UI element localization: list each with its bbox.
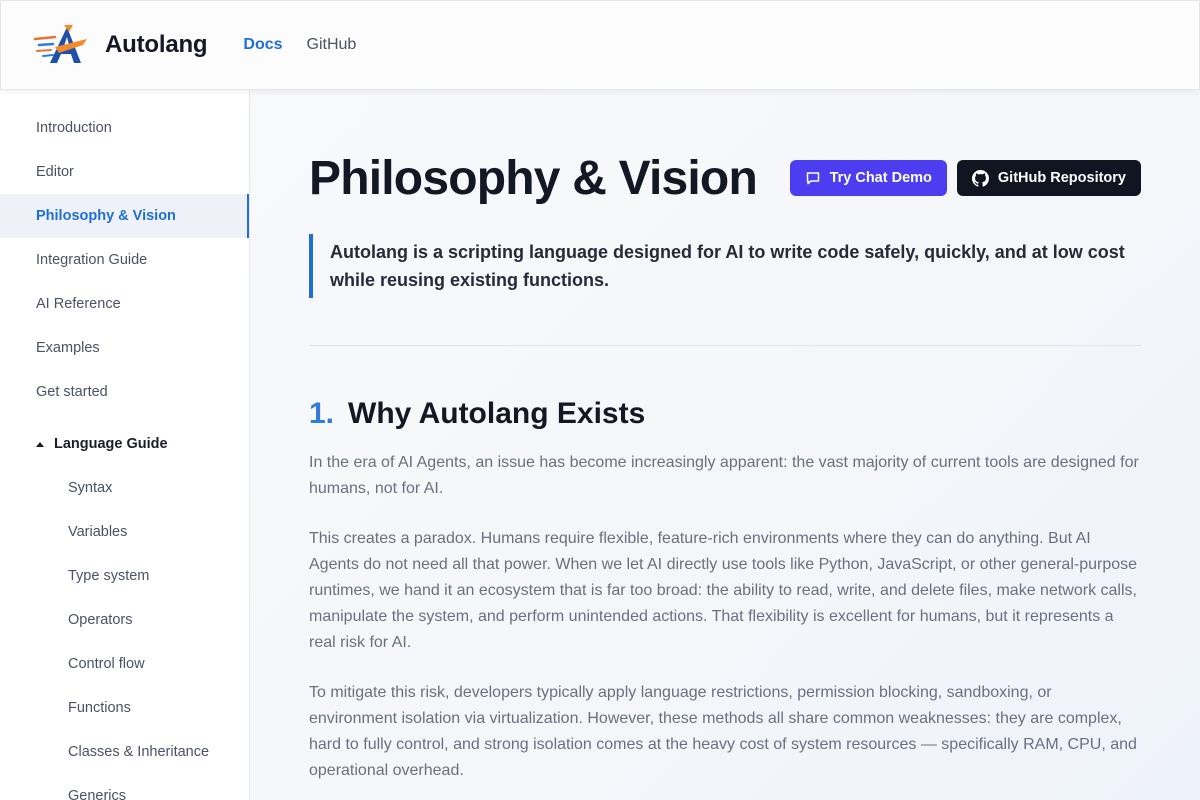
sidebar-subitem-syntax[interactable]: Syntax (0, 466, 249, 510)
sidebar-item-introduction[interactable]: Introduction (0, 106, 249, 150)
lead-quote: Autolang is a scripting language designe… (309, 234, 1141, 298)
sidebar-subitem-operators[interactable]: Operators (0, 598, 249, 642)
brand-name: Autolang (105, 31, 208, 58)
sidebar-item-get-started[interactable]: Get started (0, 370, 249, 414)
caret-up-icon (36, 441, 44, 447)
paragraph-1: In the era of AI Agents, an issue has be… (309, 454, 1139, 497)
section-divider (309, 345, 1141, 346)
paragraph-3: To mitigate this risk, developers typica… (309, 684, 1137, 779)
sidebar-item-examples[interactable]: Examples (0, 326, 249, 370)
sidebar-group-label: Language Guide (54, 436, 168, 452)
chat-icon (806, 172, 819, 185)
top-header: Autolang Docs GitHub (0, 0, 1200, 90)
sidebar-subitem-generics[interactable]: Generics (0, 774, 249, 800)
top-nav: Docs GitHub (243, 36, 380, 54)
sidebar-subitem-classes-inheritance[interactable]: Classes & Inheritance (0, 730, 249, 774)
github-icon (971, 169, 989, 187)
autolang-logo-icon (33, 25, 87, 63)
sidebar-item-ai-reference[interactable]: AI Reference (0, 282, 249, 326)
action-buttons: Try Chat Demo GitHub Repository (789, 160, 1141, 196)
sidebar-list: Introduction Editor Philosophy & Vision … (0, 90, 249, 800)
sidebar-item-integration-guide[interactable]: Integration Guide (0, 238, 249, 282)
sidebar-subitem-variables[interactable]: Variables (0, 510, 249, 554)
section-number: 1. (309, 397, 335, 430)
sidebar-item-editor[interactable]: Editor (0, 150, 249, 194)
try-chat-demo-label: Try Chat Demo (829, 170, 932, 186)
title-row: Philosophy & Vision Try Chat Demo GitHub… (309, 148, 1141, 208)
nav-github-link[interactable]: GitHub (307, 36, 357, 54)
paragraph-2: This creates a paradox. Humans require f… (309, 530, 1138, 651)
sidebar: Introduction Editor Philosophy & Vision … (0, 90, 250, 800)
sidebar-group-language-guide[interactable]: Language Guide (0, 422, 249, 466)
github-repository-label: GitHub Repository (997, 170, 1126, 186)
sidebar-subitem-functions[interactable]: Functions (0, 686, 249, 730)
try-chat-demo-button[interactable]: Try Chat Demo (789, 160, 947, 196)
sidebar-item-philosophy-vision[interactable]: Philosophy & Vision (0, 194, 249, 238)
sidebar-subitem-control-flow[interactable]: Control flow (0, 642, 249, 686)
nav-docs-link[interactable]: Docs (243, 36, 282, 54)
sidebar-subitem-type-system[interactable]: Type system (0, 554, 249, 598)
brand[interactable]: Autolang (33, 23, 208, 67)
page-title: Philosophy & Vision (309, 151, 758, 205)
section-heading: 1. Why Autolang Exists (309, 396, 1141, 432)
main-content: Philosophy & Vision Try Chat Demo GitHub… (250, 90, 1200, 800)
github-repository-button[interactable]: GitHub Repository (956, 160, 1141, 196)
section-title: Why Autolang Exists (348, 397, 646, 430)
article: Philosophy & Vision Try Chat Demo GitHub… (309, 90, 1141, 784)
